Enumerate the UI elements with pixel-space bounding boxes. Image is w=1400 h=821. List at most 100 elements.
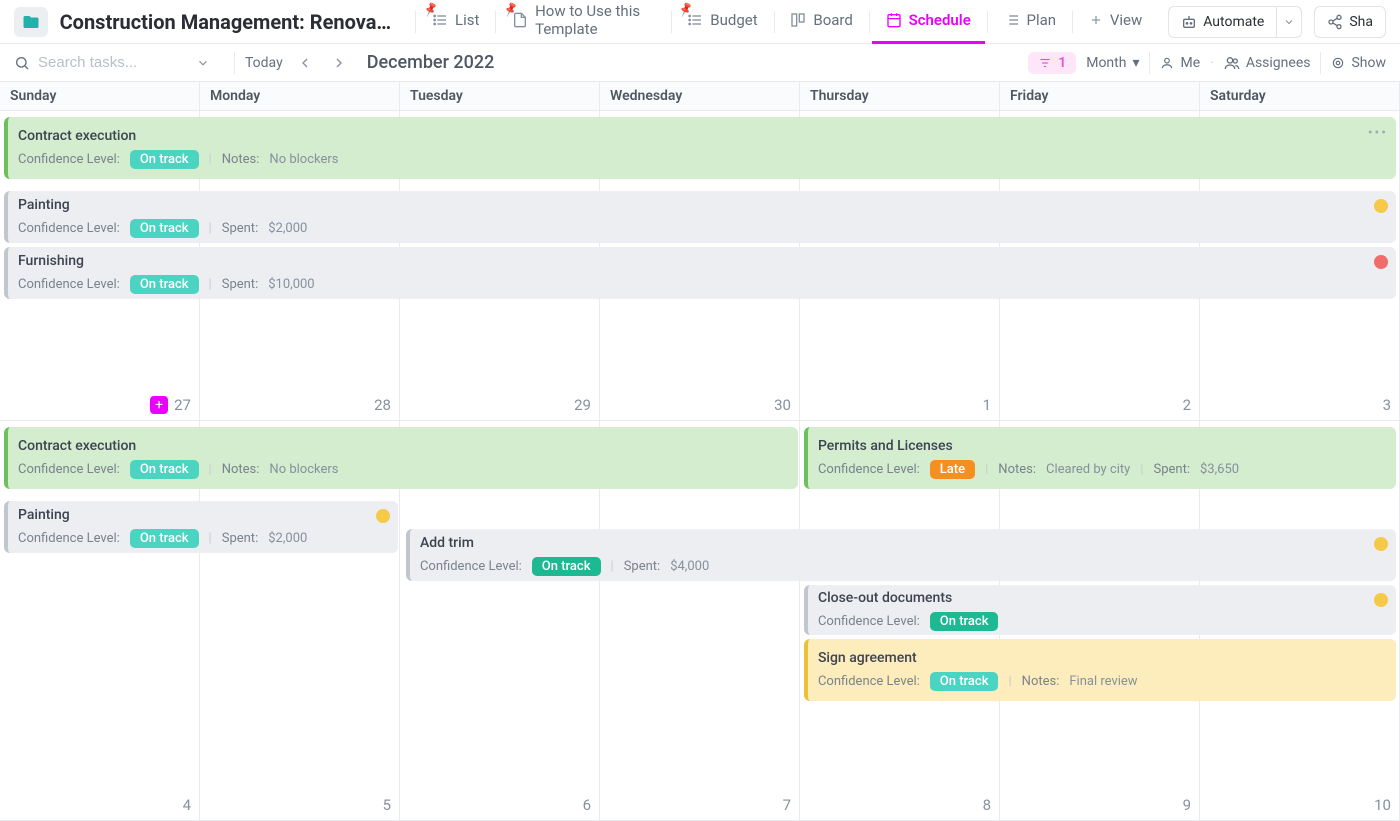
task-title: Contract execution [18,128,1386,144]
user-icon [1160,56,1174,70]
day-header: Monday [200,82,400,110]
confidence-label: Confidence Level: [420,559,522,574]
day-header-row: Sunday Monday Tuesday Wednesday Thursday… [0,82,1400,111]
task-bar-contract-execution[interactable]: Contract execution Confidence Level: On … [4,427,798,489]
users-icon [1224,55,1240,71]
tab-label: Plan [1027,11,1057,29]
automate-label: Automate [1203,14,1264,30]
tab-budget[interactable]: 📌 Budget [673,0,771,44]
status-pill: On track [930,672,999,691]
status-dot-icon [1374,199,1388,213]
notes-label: Notes: [222,152,260,167]
search-input[interactable] [38,54,188,71]
me-filter-button[interactable]: Me [1160,55,1200,71]
calendar-grid: Sunday Monday Tuesday Wednesday Thursday… [0,82,1400,821]
date-number: 29 [574,396,591,414]
task-bar-contract-execution[interactable]: Contract execution Confidence Level: On … [4,117,1396,179]
tab-label: Budget [710,11,757,29]
add-view-label: View [1110,11,1142,29]
task-bar-painting[interactable]: Painting Confidence Level: On track | Sp… [4,191,1396,243]
add-task-button[interactable]: + [150,396,168,414]
task-title: Add trim [420,535,1386,551]
date-number: 3 [1383,396,1391,414]
tab-label: Schedule [909,11,971,29]
task-bar-add-trim[interactable]: Add trim Confidence Level: On track | Sp… [406,529,1396,581]
today-button[interactable]: Today [245,55,283,71]
task-bar-painting[interactable]: Painting Confidence Level: On track | Sp… [4,501,398,553]
task-title: Permits and Licenses [818,438,1386,454]
notes-value: Cleared by city [1046,462,1130,477]
folder-icon[interactable] [14,7,48,37]
date-number: 6 [583,796,591,814]
robot-icon [1181,14,1197,30]
tab-board[interactable]: Board [776,0,866,44]
filter-count: 1 [1058,55,1066,71]
share-label: Sha [1349,14,1373,30]
add-view-button[interactable]: View [1075,0,1156,44]
chevron-down-icon [1283,16,1295,28]
confidence-label: Confidence Level: [818,462,920,477]
assignees-button[interactable]: Assignees [1224,55,1311,71]
board-icon [790,12,806,28]
tab-plan[interactable]: Plan [990,0,1071,44]
date-number: 7 [783,796,791,814]
spent-label: Spent: [222,221,259,236]
view-tabs: 📌 List 📌 How to Use this Template 📌 Budg… [413,0,1156,44]
filter-count-pill[interactable]: 1 [1028,52,1076,74]
spent-value: $2,000 [268,531,307,546]
scale-selector[interactable]: Month ▾ [1086,55,1139,71]
tab-label: Board [813,11,852,29]
status-pill: On track [130,150,199,169]
status-pill: On track [130,219,199,238]
confidence-label: Confidence Level: [818,674,920,689]
task-title: Sign agreement [818,650,1386,666]
page-title[interactable]: Construction Management: Renovatio... [60,10,394,34]
task-bar-closeout[interactable]: Close-out documents Confidence Level: On… [804,585,1396,635]
confidence-label: Confidence Level: [18,152,120,167]
task-title: Painting [18,197,1386,213]
spent-label: Spent: [1153,462,1190,477]
spent-label: Spent: [222,531,259,546]
status-dot-icon [376,509,390,523]
spent-value: $10,000 [268,277,314,292]
task-title: Close-out documents [818,590,1386,606]
status-dot-icon [1374,537,1388,551]
automate-dropdown[interactable] [1276,6,1302,38]
confidence-label: Confidence Level: [18,462,120,477]
status-dot-icon [1374,593,1388,607]
task-bar-furnishing[interactable]: Furnishing Confidence Level: On track | … [4,247,1396,299]
next-month-button[interactable] [327,51,351,75]
week-row: + 27 28 29 30 1 2 3 Contract execution C… [0,111,1400,421]
date-number: 8 [983,796,991,814]
status-dot-icon [1374,255,1388,269]
status-pill: On track [532,557,601,576]
tab-label: How to Use this Template [535,2,654,38]
share-icon [1327,14,1343,30]
task-bar-permits[interactable]: Permits and Licenses Confidence Level: L… [804,427,1396,489]
notes-value: No blockers [269,462,338,477]
spent-label: Spent: [624,559,661,574]
task-title: Painting [18,507,388,523]
day-header: Sunday [0,82,200,110]
confidence-label: Confidence Level: [18,221,120,236]
tab-how-to-use[interactable]: 📌 How to Use this Template [498,0,668,44]
share-button[interactable]: Sha [1314,6,1386,38]
search-dropdown[interactable] [196,56,210,70]
more-icon[interactable]: ••• [1368,125,1388,141]
plus-icon [1089,13,1103,27]
prev-month-button[interactable] [293,51,317,75]
tab-schedule[interactable]: Schedule [872,0,985,44]
tab-list[interactable]: 📌 List [418,0,493,44]
task-bar-sign-agreement[interactable]: Sign agreement Confidence Level: On trac… [804,639,1396,701]
show-button[interactable]: Show [1331,55,1386,71]
date-number: 30 [774,396,791,414]
task-title: Furnishing [18,253,1386,269]
show-label: Show [1351,55,1386,71]
me-label: Me [1180,55,1200,71]
automate-button[interactable]: Automate [1168,6,1276,38]
date-number: 27 [174,396,191,414]
date-number: 5 [383,796,391,814]
date-number: 10 [1374,796,1391,814]
day-header: Friday [1000,82,1200,110]
spent-label: Spent: [222,277,259,292]
